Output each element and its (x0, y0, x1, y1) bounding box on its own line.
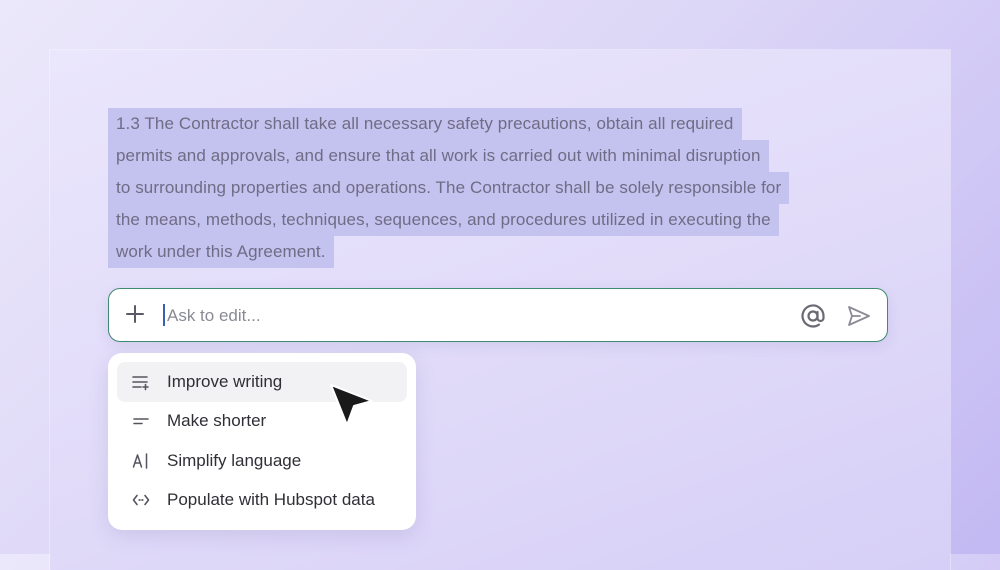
ask-to-edit-bar (108, 288, 888, 342)
menu-item-label: Simplify language (167, 450, 302, 470)
paragraph-line-text: work under this Agreement. (108, 236, 334, 268)
menu-item-populate-hubspot[interactable]: Populate with Hubspot data (117, 481, 407, 521)
menu-item-label: Improve writing (167, 371, 283, 391)
paragraph-line-text: to surrounding properties and operations… (108, 172, 790, 204)
paragraph-line-text: the means, methods, techniques, sequence… (108, 204, 779, 236)
edit-actions-menu: Improve writing Make shorter Simplify la… (108, 353, 416, 530)
paragraph-line-text: permits and approvals, and ensure that a… (108, 140, 769, 172)
code-icon (132, 491, 150, 509)
make-shorter-icon (132, 412, 150, 430)
paragraph-line: work under this Agreement. (108, 236, 898, 268)
simplify-language-icon (132, 452, 150, 470)
paragraph-line: permits and approvals, and ensure that a… (108, 140, 898, 172)
paragraph-line: to surrounding properties and operations… (108, 172, 898, 204)
menu-item-simplify-language[interactable]: Simplify language (117, 441, 407, 481)
mouse-pointer-icon (328, 382, 376, 430)
improve-writing-icon (132, 373, 150, 391)
plus-icon[interactable] (125, 304, 145, 324)
menu-item-label: Make shorter (167, 411, 267, 431)
selected-paragraph[interactable]: 1.3 The Contractor shall take all necess… (108, 108, 898, 268)
menu-item-label: Populate with Hubspot data (167, 490, 375, 510)
paragraph-line: 1.3 The Contractor shall take all necess… (108, 108, 898, 140)
send-icon[interactable] (846, 303, 872, 329)
ask-to-edit-input[interactable] (165, 298, 769, 334)
paragraph-line-text: 1.3 The Contractor shall take all necess… (108, 108, 742, 140)
paragraph-line: the means, methods, techniques, sequence… (108, 204, 898, 236)
at-icon[interactable] (799, 302, 827, 330)
